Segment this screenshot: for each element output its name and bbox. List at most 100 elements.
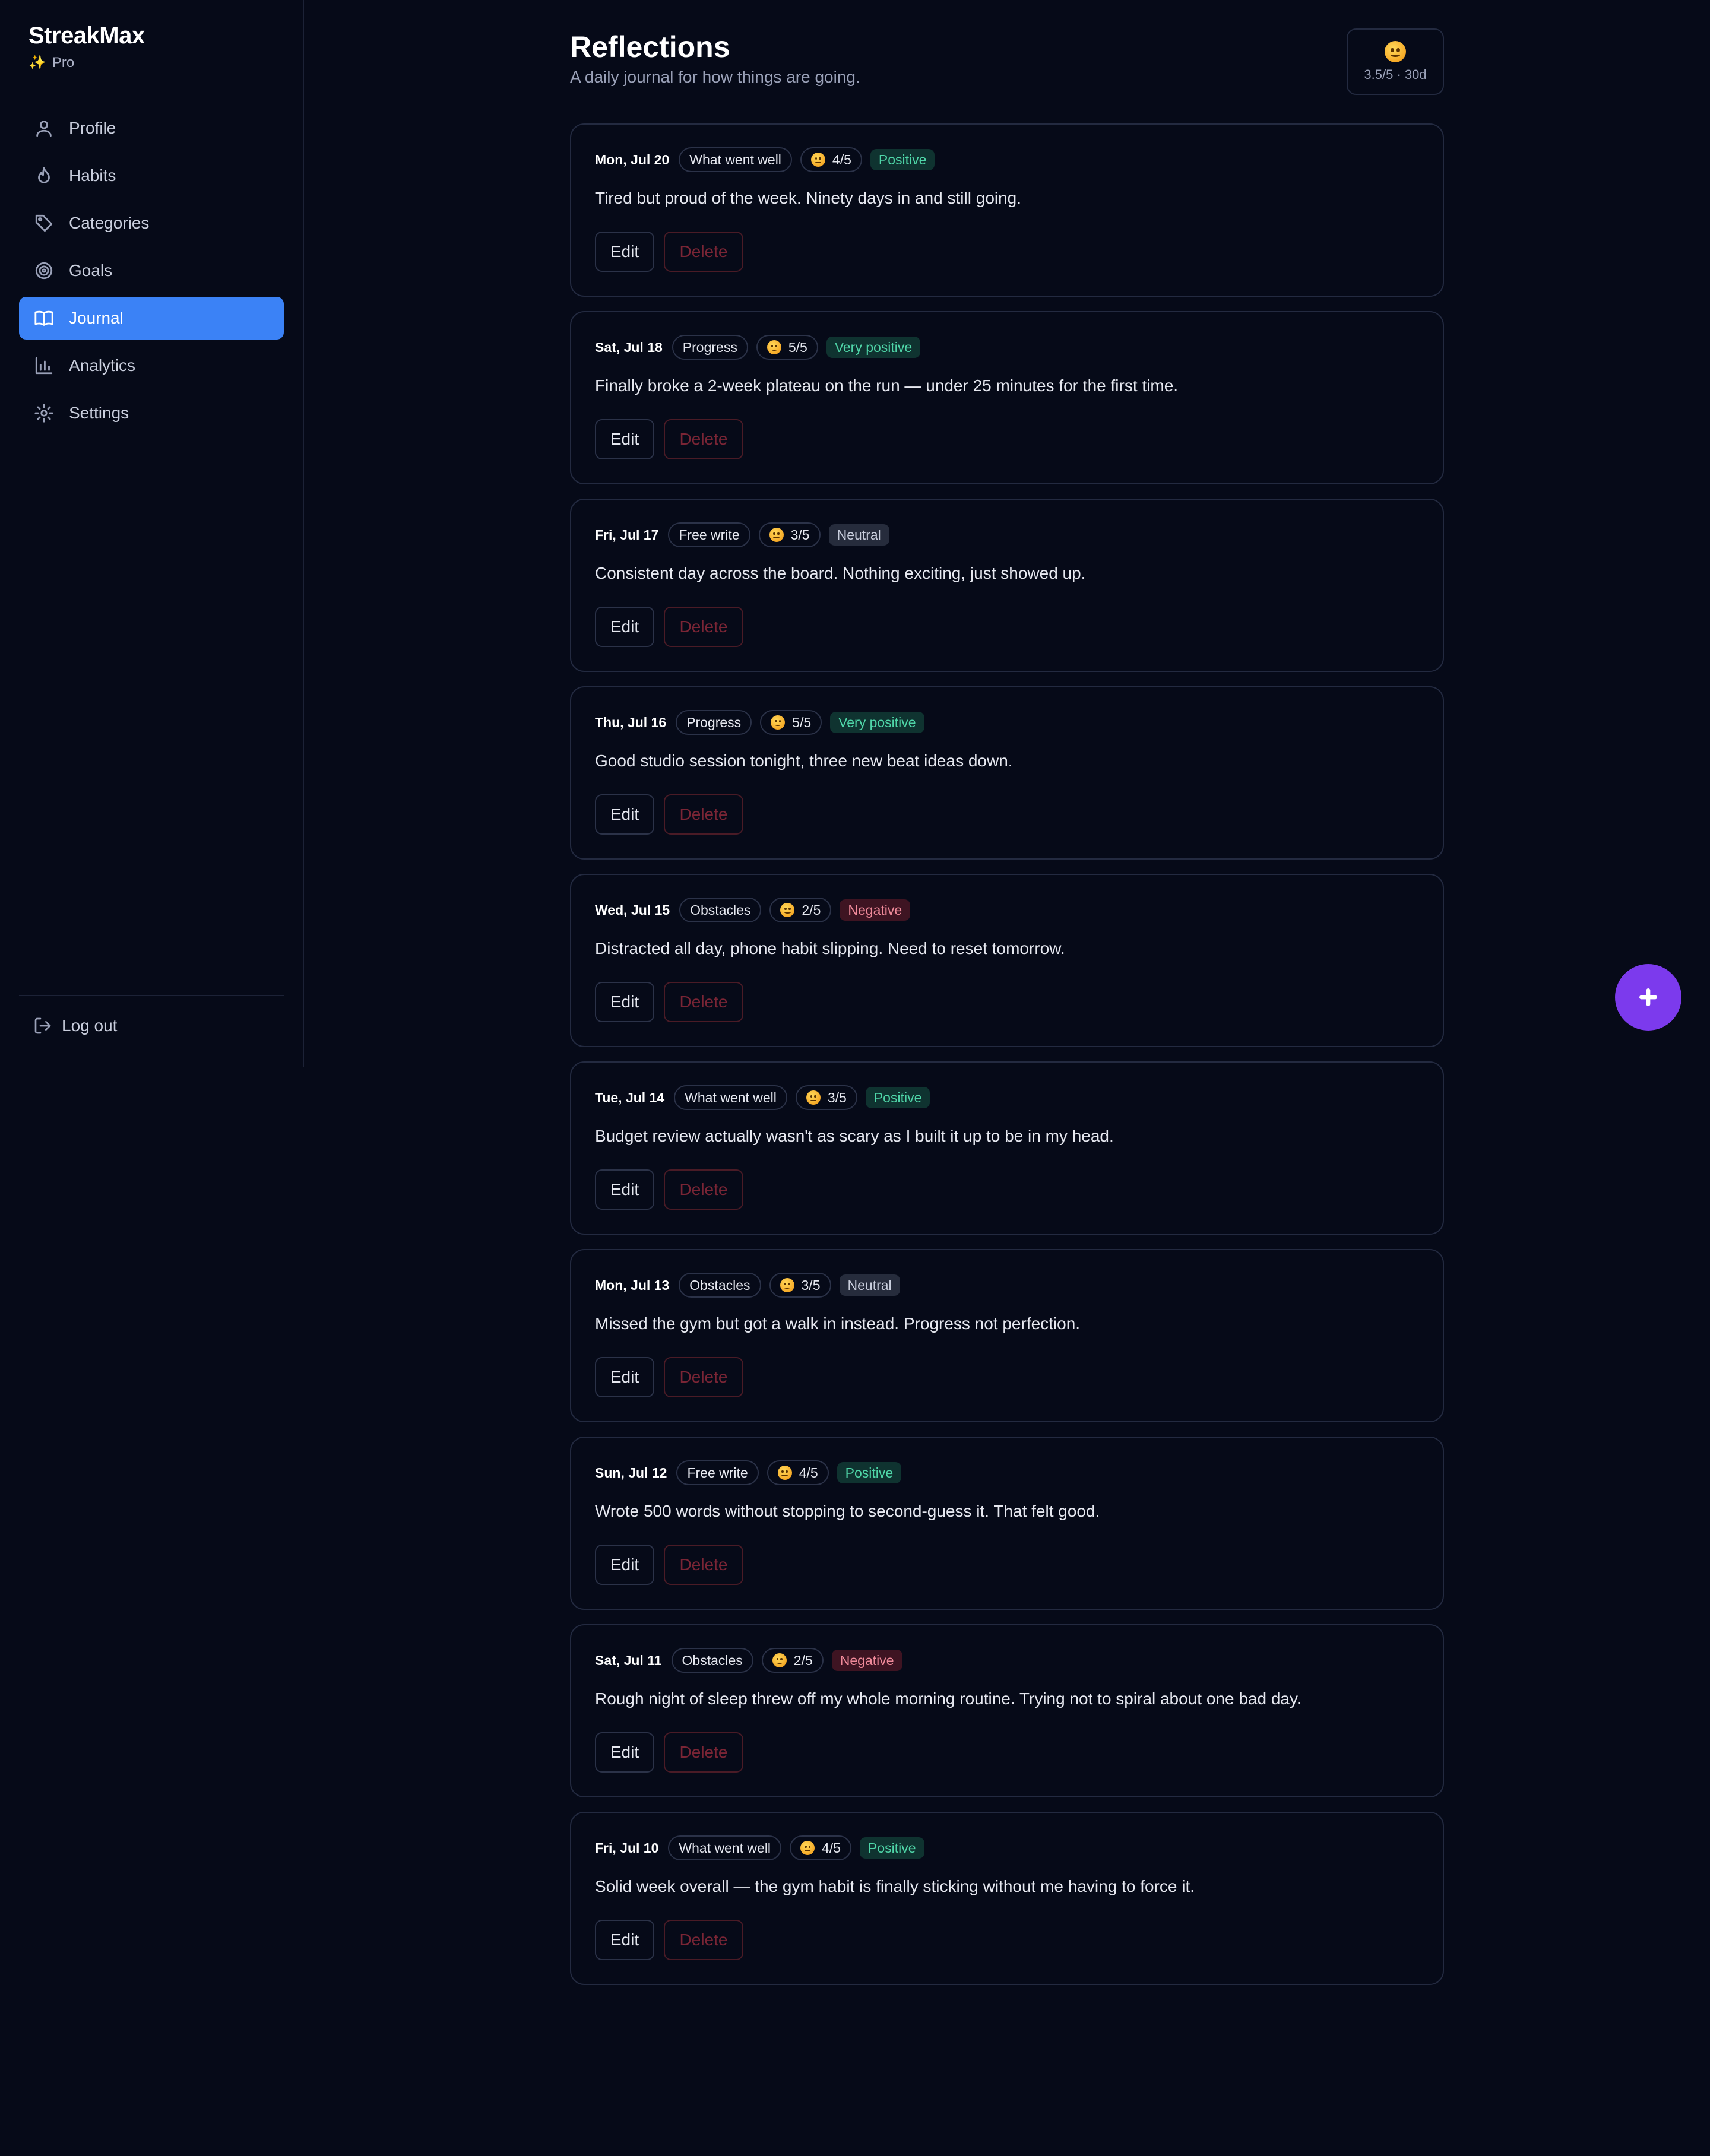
smiley-icon bbox=[780, 1278, 794, 1292]
mood-value: 4/5 bbox=[822, 1840, 841, 1856]
entry-actions: Edit Delete bbox=[595, 419, 753, 459]
tag-icon bbox=[33, 213, 55, 234]
logout-label: Log out bbox=[62, 1016, 118, 1035]
delete-button[interactable]: Delete bbox=[664, 1920, 743, 1960]
entry-date: Thu, Jul 16 bbox=[595, 714, 667, 730]
journal-entry: Mon, Jul 20 What went well 4/5 Positive … bbox=[570, 123, 1444, 297]
edit-button[interactable]: Edit bbox=[595, 1545, 654, 1585]
delete-button[interactable]: Delete bbox=[664, 794, 743, 835]
entry-actions: Edit Delete bbox=[595, 1732, 753, 1773]
mood-summary-value: 3.5/5 · 30d bbox=[1364, 67, 1427, 82]
bar-chart-icon bbox=[33, 355, 55, 376]
entry-date: Sun, Jul 12 bbox=[595, 1464, 667, 1480]
entry-actions: Edit Delete bbox=[595, 982, 753, 1022]
mood-chip: 5/5 bbox=[760, 710, 822, 735]
entry-date: Sat, Jul 11 bbox=[595, 1652, 662, 1668]
smiley-icon bbox=[767, 340, 781, 354]
entry-text: Missed the gym but got a walk in instead… bbox=[595, 1314, 1081, 1333]
mood-chip: 4/5 bbox=[790, 1835, 852, 1860]
edit-button[interactable]: Edit bbox=[595, 982, 654, 1022]
journal-entry: Sun, Jul 12 Free write 4/5 Positive Wrot… bbox=[570, 1437, 1444, 1610]
sidebar-item-settings[interactable]: Settings bbox=[19, 392, 284, 435]
sidebar-nav: Profile Habits Categories Goals Journal bbox=[19, 107, 284, 439]
entry-text: Solid week overall — the gym habit is fi… bbox=[595, 1877, 1195, 1895]
delete-button[interactable]: Delete bbox=[664, 982, 743, 1022]
journal-entry: Wed, Jul 15 Obstacles 2/5 Negative Distr… bbox=[570, 874, 1444, 1047]
smiley-icon bbox=[769, 528, 784, 542]
edit-button[interactable]: Edit bbox=[595, 1920, 654, 1960]
flame-icon bbox=[33, 165, 55, 186]
sentiment-badge: Neutral bbox=[828, 524, 889, 546]
edit-button[interactable]: Edit bbox=[595, 1357, 654, 1397]
edit-button[interactable]: Edit bbox=[595, 794, 654, 835]
entry-date: Fri, Jul 17 bbox=[595, 527, 659, 543]
journal-entry: Fri, Jul 10 What went well 4/5 Positive … bbox=[570, 1812, 1444, 1985]
delete-button[interactable]: Delete bbox=[664, 1545, 743, 1585]
sidebar-item-habits[interactable]: Habits bbox=[19, 154, 284, 197]
prompt-chip: Progress bbox=[672, 335, 748, 360]
smiley-icon bbox=[780, 903, 795, 917]
prompt-chip: Obstacles bbox=[679, 1273, 761, 1298]
entry-text: Finally broke a 2-week plateau on the ru… bbox=[595, 376, 1179, 395]
sidebar-item-categories[interactable]: Categories bbox=[19, 202, 284, 245]
smiley-icon bbox=[777, 1466, 792, 1480]
sidebar-item-goals[interactable]: Goals bbox=[19, 249, 284, 292]
plan-label: Pro bbox=[52, 54, 75, 71]
entry-text: Wrote 500 words without stopping to seco… bbox=[595, 1502, 1100, 1520]
sidebar-item-label: Analytics bbox=[69, 356, 136, 375]
entry-actions: Edit Delete bbox=[595, 1169, 753, 1210]
edit-button[interactable]: Edit bbox=[595, 419, 654, 459]
prompt-chip: Free write bbox=[676, 1460, 759, 1485]
sidebar-item-profile[interactable]: Profile bbox=[19, 107, 284, 150]
sidebar-item-analytics[interactable]: Analytics bbox=[19, 344, 284, 387]
mood-chip: 3/5 bbox=[758, 522, 821, 547]
mood-chip: 5/5 bbox=[756, 335, 818, 360]
mood-value: 3/5 bbox=[827, 1089, 847, 1105]
prompt-chip: What went well bbox=[674, 1085, 787, 1110]
delete-button[interactable]: Delete bbox=[664, 232, 743, 272]
sentiment-badge: Positive bbox=[837, 1462, 902, 1483]
sidebar-item-label: Habits bbox=[69, 166, 116, 185]
edit-button[interactable]: Edit bbox=[595, 1732, 654, 1773]
entry-date: Mon, Jul 13 bbox=[595, 1277, 670, 1293]
entry-meta: Sun, Jul 12 Free write 4/5 Positive bbox=[595, 1460, 902, 1485]
entry-date: Mon, Jul 20 bbox=[595, 151, 670, 167]
prompt-chip: Free write bbox=[668, 522, 750, 547]
prompt-chip: Obstacles bbox=[679, 898, 762, 922]
journal-entry: Thu, Jul 16 Progress 5/5 Very positive G… bbox=[570, 686, 1444, 860]
sidebar-item-label: Categories bbox=[69, 214, 150, 232]
logout-button[interactable]: Log out bbox=[33, 1016, 117, 1035]
sparkle-icon: ✨ bbox=[28, 55, 46, 71]
entry-meta: Mon, Jul 20 What went well 4/5 Positive bbox=[595, 147, 935, 172]
sidebar-item-journal[interactable]: Journal bbox=[19, 297, 284, 340]
mood-value: 3/5 bbox=[790, 527, 810, 543]
entry-text: Consistent day across the board. Nothing… bbox=[595, 564, 1086, 582]
mood-chip: 4/5 bbox=[800, 147, 862, 172]
add-entry-button[interactable] bbox=[1615, 964, 1682, 1031]
entry-actions: Edit Delete bbox=[595, 607, 753, 647]
delete-button[interactable]: Delete bbox=[664, 1732, 743, 1773]
sidebar-item-label: Settings bbox=[69, 404, 129, 422]
entry-text: Distracted all day, phone habit slipping… bbox=[595, 939, 1065, 957]
mood-chip: 4/5 bbox=[767, 1460, 829, 1485]
edit-button[interactable]: Edit bbox=[595, 1169, 654, 1210]
logout-icon bbox=[34, 1017, 51, 1034]
edit-button[interactable]: Edit bbox=[595, 232, 654, 272]
delete-button[interactable]: Delete bbox=[664, 607, 743, 647]
delete-button[interactable]: Delete bbox=[664, 419, 743, 459]
entry-date: Sat, Jul 18 bbox=[595, 339, 663, 355]
sentiment-badge: Positive bbox=[865, 1087, 930, 1108]
mood-chip: 2/5 bbox=[761, 1648, 824, 1673]
delete-button[interactable]: Delete bbox=[664, 1357, 743, 1397]
entry-meta: Fri, Jul 10 What went well 4/5 Positive bbox=[595, 1835, 924, 1860]
mood-value: 4/5 bbox=[832, 151, 851, 167]
entry-meta: Sat, Jul 11 Obstacles 2/5 Negative bbox=[595, 1648, 902, 1673]
prompt-chip: Obstacles bbox=[671, 1648, 753, 1673]
entry-meta: Tue, Jul 14 What went well 3/5 Positive bbox=[595, 1085, 930, 1110]
entry-date: Tue, Jul 14 bbox=[595, 1089, 665, 1105]
sentiment-badge: Positive bbox=[870, 149, 935, 170]
delete-button[interactable]: Delete bbox=[664, 1169, 743, 1210]
mood-summary[interactable]: 3.5/5 · 30d bbox=[1347, 28, 1444, 95]
sidebar-item-label: Journal bbox=[69, 309, 124, 327]
edit-button[interactable]: Edit bbox=[595, 607, 654, 647]
